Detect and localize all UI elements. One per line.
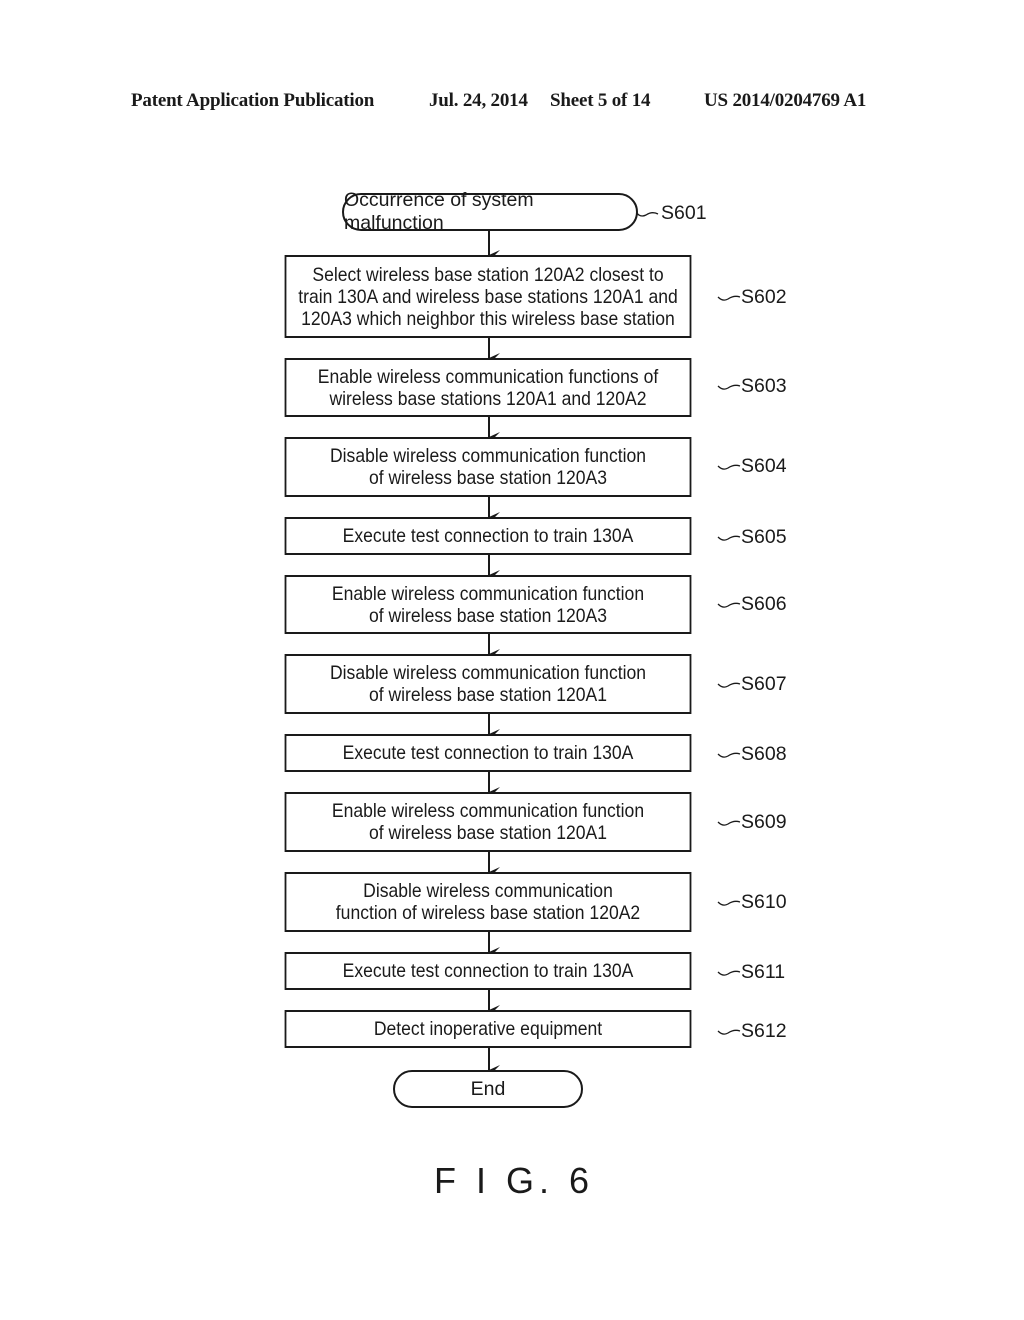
step-text-s608: Execute test connection to train 130A <box>342 742 634 764</box>
step-label-s601: S601 <box>661 202 707 224</box>
leader-s612 <box>717 1029 741 1035</box>
step-label-s605: S605 <box>741 526 787 548</box>
step-label-s610: S610 <box>741 891 787 913</box>
step-label-s612: S612 <box>741 1020 787 1042</box>
process-step-s604: Disable wireless communication function … <box>284 437 692 497</box>
step-text-s602: Select wireless base station 120A2 close… <box>298 263 678 330</box>
leader-s611 <box>717 970 741 976</box>
process-step-s606: Enable wireless communication function o… <box>284 575 692 634</box>
step-label-s604: S604 <box>741 455 787 477</box>
step-text-s609: Enable wireless communication function o… <box>331 800 645 844</box>
step-text-s612: Detect inoperative equipment <box>373 1018 603 1040</box>
process-step-s610: Disable wireless communication function … <box>284 872 692 932</box>
start-terminal: Occurrence of system malfunction <box>342 189 638 234</box>
step-text-s610: Disable wireless communication function … <box>335 880 641 924</box>
step-label-s611: S611 <box>741 961 786 983</box>
process-step-s605: Execute test connection to train 130A <box>284 517 692 555</box>
process-step-s608: Execute test connection to train 130A <box>284 734 692 772</box>
leader-s609 <box>717 820 741 826</box>
step-text-s611: Execute test connection to train 130A <box>342 960 634 982</box>
step-text-s607: Disable wireless communication function … <box>329 662 647 706</box>
figure-label: F I G. 6 <box>434 1160 595 1201</box>
step-label-s608: S608 <box>741 743 787 765</box>
step-label-s603: S603 <box>741 375 787 397</box>
step-label-s609: S609 <box>741 811 787 833</box>
end-terminal: End <box>393 1070 583 1108</box>
step-text-s603: Enable wireless communication functions … <box>317 365 659 410</box>
leader-s607 <box>717 682 741 688</box>
leader-s603 <box>717 384 741 390</box>
step-label-s602: S602 <box>741 286 787 308</box>
process-step-s603: Enable wireless communication functions … <box>284 358 692 417</box>
step-label-s607: S607 <box>741 673 787 695</box>
process-step-s611: Execute test connection to train 130A <box>284 952 692 990</box>
process-step-s607: Disable wireless communication function … <box>284 654 692 714</box>
step-text-s606: Enable wireless communication function o… <box>331 582 645 627</box>
leader-s604 <box>717 464 741 470</box>
step-label-s606: S606 <box>741 593 787 615</box>
process-step-s602: Select wireless base station 120A2 close… <box>284 255 692 338</box>
leader-s610 <box>717 900 741 906</box>
leader-s606 <box>717 602 741 608</box>
leader-s605 <box>717 535 741 541</box>
process-step-s609: Enable wireless communication function o… <box>284 792 692 852</box>
end-terminal-text: End <box>470 1077 506 1100</box>
leader-s601 <box>635 211 659 217</box>
process-step-s612: Detect inoperative equipment <box>284 1010 692 1048</box>
start-terminal-text: Occurrence of system malfunction <box>344 189 534 234</box>
step-text-s605: Execute test connection to train 130A <box>342 525 634 547</box>
leader-s608 <box>717 752 741 758</box>
leader-s602 <box>717 295 741 301</box>
step-text-s604: Disable wireless communication function … <box>329 445 647 489</box>
